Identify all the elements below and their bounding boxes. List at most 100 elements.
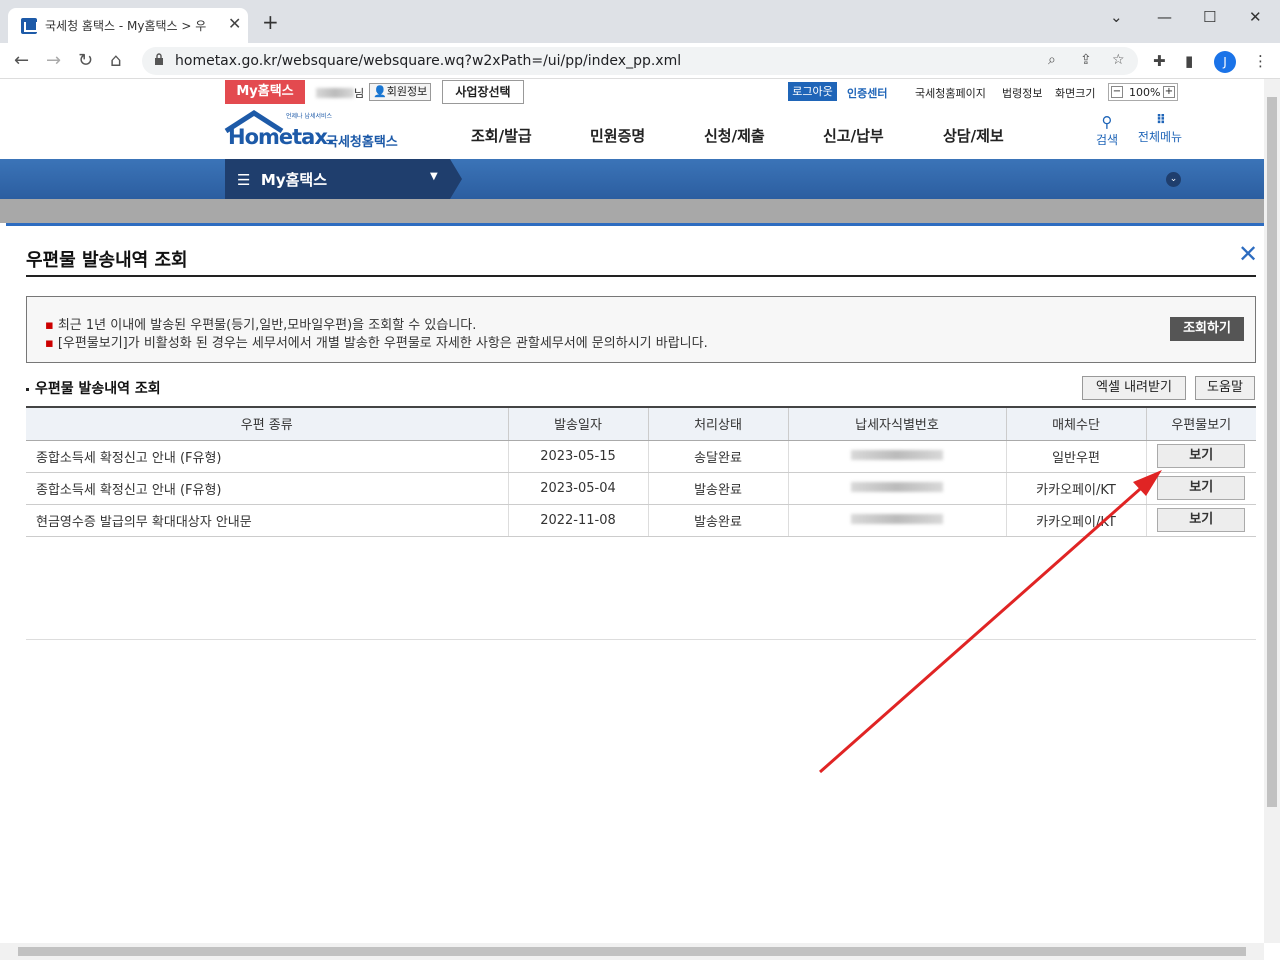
browser-menu-icon[interactable]: ⋮ bbox=[1253, 52, 1268, 70]
sub-navigation-bar: ☰ My홈택스 ▼ bbox=[0, 159, 1264, 199]
profile-avatar[interactable]: J bbox=[1214, 51, 1236, 73]
business-select-button[interactable]: 사업장선택 bbox=[442, 80, 524, 104]
gnb-menu-inquiry[interactable]: 조회/발급 bbox=[471, 125, 532, 146]
my-hometax-menu[interactable]: ☰ My홈택스 ▼ bbox=[225, 159, 462, 199]
logo-korean: 국세청홈택스 bbox=[326, 135, 398, 150]
forward-arrow-icon[interactable]: → bbox=[46, 50, 61, 71]
site-header: 언제나 납세서비스 Hometax. 국세청홈택스 조회/발급 민원증명 신청/… bbox=[0, 105, 1264, 159]
my-hometax-menu-label: ☰ My홈택스 bbox=[237, 171, 328, 189]
cell-medium: 일반우편 bbox=[1006, 440, 1147, 473]
vertical-scroll-thumb[interactable] bbox=[1267, 97, 1277, 807]
web-page: My홈택스 님 👤회원정보 사업장선택 로그아웃 인증센터 국세청홈페이지 법령… bbox=[0, 79, 1264, 943]
maximize-button[interactable]: ☐ bbox=[1203, 8, 1216, 26]
chevron-down-icon[interactable]: ⌄ bbox=[1166, 172, 1181, 187]
hometax-favicon-icon bbox=[21, 18, 38, 34]
my-hometax-tab[interactable]: My홈택스 bbox=[225, 80, 305, 104]
close-window-button[interactable]: ✕ bbox=[1249, 8, 1262, 26]
share-icon[interactable]: ⇪ bbox=[1080, 52, 1092, 68]
vertical-scrollbar[interactable] bbox=[1264, 79, 1280, 943]
popup-close-icon[interactable]: ✕ bbox=[1238, 240, 1258, 268]
info-notice-box: ▪ 최근 1년 이내에 발송된 우편물(등기,일반,모바일우편)을 조회할 수 있… bbox=[26, 296, 1256, 363]
table-row: 종합소득세 확정신고 안내 (F유형) 2023-05-04 발송완료 카카오페… bbox=[26, 472, 1256, 505]
cell-send-date: 2023-05-04 bbox=[508, 472, 649, 505]
person-icon: 👤 bbox=[373, 85, 387, 98]
table-bottom-divider bbox=[26, 639, 1256, 640]
url-bar[interactable]: hometax.go.kr/websquare/websquare.wq?w2x… bbox=[142, 47, 1138, 75]
info-line-2: ▪ [우편물보기]가 비활성화 된 경우는 세무서에서 개별 발송한 우편물로 자… bbox=[45, 336, 708, 351]
gnb-menu-application[interactable]: 신청/제출 bbox=[704, 125, 765, 146]
mail-history-popup: 우편물 발송내역 조회 ✕ ▪ 최근 1년 이내에 발송된 우편물(등기,일반,모… bbox=[6, 223, 1264, 943]
gnb-menu-filing[interactable]: 신고/납부 bbox=[823, 125, 884, 146]
tab-close-icon[interactable]: ✕ bbox=[228, 14, 241, 33]
grid-menu-icon: ⠿ bbox=[1155, 113, 1166, 128]
extensions-puzzle-icon[interactable]: ✚ bbox=[1153, 52, 1166, 70]
tab-search-icon[interactable]: ⌄ bbox=[1110, 8, 1123, 26]
view-mail-button[interactable]: 보기 bbox=[1157, 508, 1246, 532]
cert-center-link[interactable]: 인증센터 bbox=[847, 85, 887, 101]
bullet-icon: ▪ bbox=[45, 318, 54, 333]
logout-button[interactable]: 로그아웃 bbox=[788, 82, 837, 101]
col-header-send-date: 발송일자 bbox=[508, 406, 649, 441]
zoom-out-button[interactable]: − bbox=[1111, 86, 1123, 98]
nts-homepage-link[interactable]: 국세청홈페이지 bbox=[915, 85, 986, 101]
address-toolbar: ← → ↻ ⌂ hometax.go.kr/websquare/websquar… bbox=[0, 43, 1280, 79]
gnb-menu-certificate[interactable]: 민원증명 bbox=[590, 125, 645, 146]
logo-text: Hometax. bbox=[228, 125, 335, 149]
cell-taxpayer-id bbox=[788, 472, 1007, 505]
col-header-taxpayer-id: 납세자식별번호 bbox=[788, 406, 1007, 441]
magnifier-icon: ⚲ bbox=[1101, 113, 1113, 131]
col-header-mail-type: 우편 종류 bbox=[26, 406, 509, 441]
home-icon[interactable]: ⌂ bbox=[110, 50, 121, 71]
tab-title: 국세청 홈택스 - My홈택스 > 우 bbox=[45, 19, 207, 33]
browser-tab[interactable]: 국세청 홈택스 - My홈택스 > 우 ✕ bbox=[8, 8, 248, 43]
side-panel-icon[interactable]: ▮ bbox=[1185, 52, 1193, 70]
cell-view: 보기 bbox=[1146, 472, 1256, 505]
zoom-in-button[interactable]: + bbox=[1163, 86, 1175, 98]
zoom-control: − 100% + bbox=[1108, 83, 1178, 101]
cell-send-date: 2022-11-08 bbox=[508, 504, 649, 537]
section-bullet-icon bbox=[26, 387, 29, 391]
cell-taxpayer-id bbox=[788, 504, 1007, 537]
member-info-button[interactable]: 👤회원정보 bbox=[369, 83, 432, 101]
caret-down-icon: ▼ bbox=[430, 171, 438, 182]
horizontal-scrollbar[interactable] bbox=[0, 943, 1264, 960]
reload-icon[interactable]: ↻ bbox=[78, 50, 93, 71]
section-title: 우편물 발송내역 조회 bbox=[26, 378, 161, 398]
search-icon[interactable]: ⌕ bbox=[1048, 52, 1056, 68]
hometax-logo[interactable]: 언제나 납세서비스 Hometax. 국세청홈택스 bbox=[224, 109, 409, 155]
view-mail-button[interactable]: 보기 bbox=[1157, 444, 1246, 468]
horizontal-scroll-thumb[interactable] bbox=[18, 947, 1246, 956]
cell-view: 보기 bbox=[1146, 440, 1256, 473]
redacted-id bbox=[851, 481, 943, 492]
help-button[interactable]: 도움말 bbox=[1195, 376, 1255, 400]
url-text: hometax.go.kr/websquare/websquare.wq?w2x… bbox=[175, 53, 682, 69]
minimize-button[interactable]: — bbox=[1157, 8, 1172, 26]
back-arrow-icon[interactable]: ← bbox=[14, 50, 29, 71]
header-search-button[interactable]: ⚲ 검색 bbox=[1092, 113, 1122, 148]
cell-mail-type: 종합소득세 확정신고 안내 (F유형) bbox=[26, 472, 509, 505]
zoom-level: 100% bbox=[1129, 86, 1161, 99]
law-info-link[interactable]: 법령정보 bbox=[1002, 85, 1042, 101]
title-divider bbox=[26, 275, 1256, 277]
bullet-icon: ▪ bbox=[45, 336, 54, 351]
table-row: 종합소득세 확정신고 안내 (F유형) 2023-05-15 송달완료 일반우편… bbox=[26, 440, 1256, 473]
cell-medium: 카카오페이/KT bbox=[1006, 504, 1147, 537]
info-line-1: ▪ 최근 1년 이내에 발송된 우편물(등기,일반,모바일우편)을 조회할 수 있… bbox=[45, 318, 477, 333]
redacted-id bbox=[851, 513, 943, 524]
gnb-menu-consult[interactable]: 상담/제보 bbox=[943, 125, 1004, 146]
view-mail-button[interactable]: 보기 bbox=[1157, 476, 1246, 500]
new-tab-button[interactable]: + bbox=[262, 12, 279, 32]
cell-send-date: 2023-05-15 bbox=[508, 440, 649, 473]
excel-download-button[interactable]: 엑셀 내려받기 bbox=[1082, 376, 1186, 400]
table-row: 현금영수증 발급의무 확대대상자 안내문 2022-11-08 발송완료 카카오… bbox=[26, 504, 1256, 537]
mail-history-table: 우편 종류 발송일자 처리상태 납세자식별번호 매체수단 우편물보기 종합소득세… bbox=[26, 406, 1256, 537]
search-button[interactable]: 조회하기 bbox=[1170, 317, 1244, 341]
cell-status: 발송완료 bbox=[648, 504, 789, 537]
overlay-dim-strip bbox=[0, 199, 1264, 223]
all-menu-button[interactable]: ⠿ 전체메뉴 bbox=[1134, 113, 1186, 145]
screen-size-label: 화면크기 bbox=[1055, 87, 1096, 100]
cell-taxpayer-id bbox=[788, 440, 1007, 473]
cell-status: 송달완료 bbox=[648, 440, 789, 473]
redacted-id bbox=[851, 449, 943, 460]
bookmark-star-icon[interactable]: ☆ bbox=[1112, 52, 1125, 68]
